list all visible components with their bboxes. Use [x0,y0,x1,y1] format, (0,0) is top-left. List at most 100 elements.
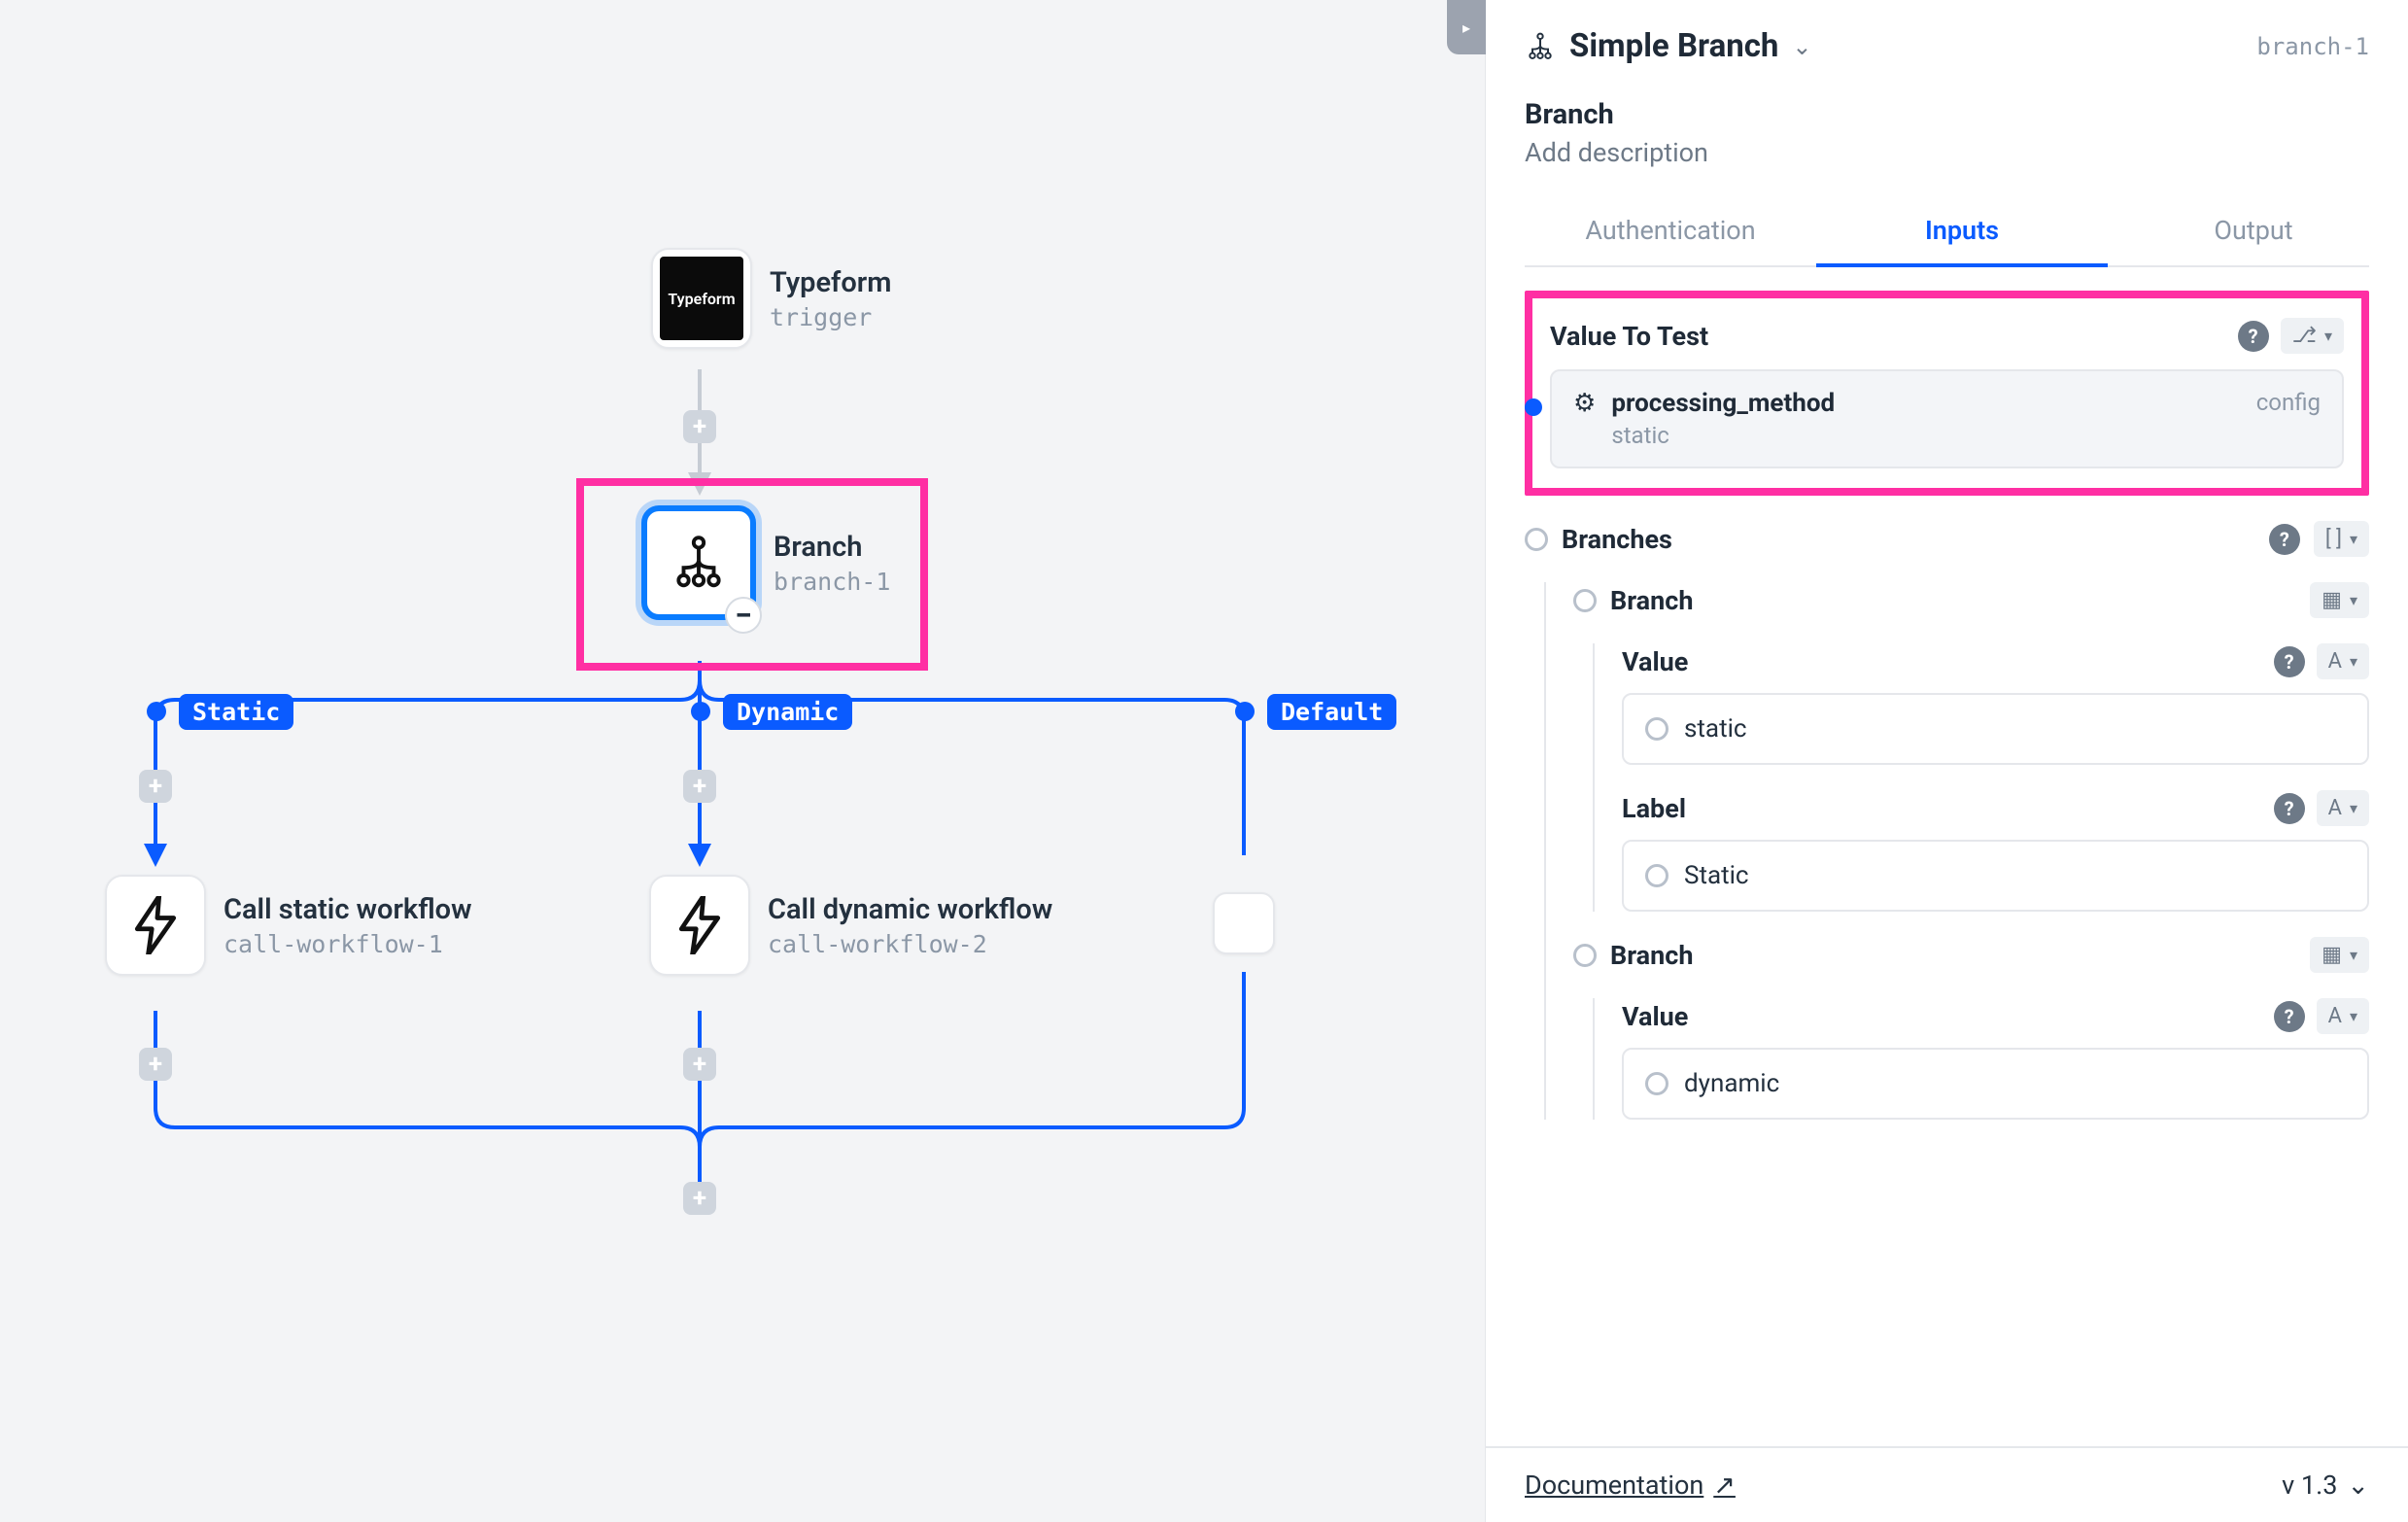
active-indicator-dot [1525,398,1542,416]
collapse-panel-button[interactable]: ▸ [1447,0,1486,54]
branch-icon [1525,31,1556,62]
panel-title: Simple Branch [1569,27,1778,65]
version-selector[interactable]: v 1.3 ⌄ [2282,1470,2369,1501]
branch-anchor-dot [1235,702,1255,721]
field-label-value: Value [1622,646,2262,677]
step-name[interactable]: Branch [1525,98,2369,131]
tab-output[interactable]: Output [2108,197,2399,265]
chevron-down-icon: ▾ [2350,530,2357,548]
chevron-down-icon: ▾ [2350,799,2357,817]
typeform-logo-icon: Typeform [660,257,743,340]
branch-icon [669,533,729,593]
branch-anchor-dot [691,702,710,721]
label-input[interactable]: Static [1622,840,2369,912]
radio-toggle[interactable] [1645,864,1668,887]
config-value: static [1611,422,2240,449]
input-value: dynamic [1684,1069,1779,1098]
tab-inputs[interactable]: Inputs [1816,197,2108,267]
title-dropdown-chevron[interactable]: ⌄ [1792,33,1811,60]
radio-toggle[interactable] [1525,528,1548,551]
help-icon[interactable]: ? [2274,793,2305,824]
node-typeform[interactable]: Typeform Typeform trigger [651,248,891,349]
node-title: Branch [774,531,890,564]
add-step-button[interactable]: + [139,1048,172,1081]
add-step-button[interactable]: + [139,770,172,803]
node-subtitle: call-workflow-2 [768,930,1052,958]
array-type-icon: [ ] [2325,527,2342,551]
properties-panel: ▸ Simple Branch ⌄ branch-1 Branch [1485,0,2408,1522]
node-call-static[interactable]: Call static workflow call-workflow-1 [105,875,472,976]
documentation-link[interactable]: Documentation ↗ [1525,1470,1736,1501]
branch-label-default[interactable]: Default [1267,694,1396,730]
collapse-node-button[interactable]: − [725,597,762,634]
panel-tabs: Authentication Inputs Output [1525,197,2369,267]
object-type-icon: ▦ [2322,943,2342,967]
field-label-branches: Branches [1562,524,2255,555]
value-input[interactable]: dynamic [1622,1048,2369,1120]
add-step-button[interactable]: + [683,1048,716,1081]
node-call-dynamic[interactable]: Call dynamic workflow call-workflow-2 [649,875,1052,976]
type-selector[interactable]: A ▾ [2317,643,2369,679]
gear-icon: ⚙ [1573,389,1596,418]
text-type-icon: A [2328,649,2342,674]
node-default-empty[interactable] [1213,892,1275,954]
object-type-icon: ▦ [2322,588,2342,612]
branch-label-static[interactable]: Static [179,694,293,730]
branch-item-label: Branch [1610,940,2296,971]
branch-item-label: Branch [1610,585,2296,616]
radio-toggle[interactable] [1645,717,1668,741]
chevron-down-icon: ▾ [2350,1007,2357,1025]
help-icon[interactable]: ? [2269,524,2300,555]
highlight-box: Value To Test ? ⎇ ▾ ⚙ processing_method … [1525,291,2369,496]
radio-toggle[interactable] [1645,1072,1668,1095]
text-type-icon: A [2328,1004,2342,1028]
field-label-value-to-test: Value To Test [1550,321,2226,352]
branch-type-icon: ⎇ [2292,324,2317,348]
node-title: Typeform [770,266,891,299]
node-subtitle: trigger [770,303,891,331]
chevron-down-icon: ⌄ [2347,1470,2369,1501]
branch-anchor-dot [147,702,166,721]
help-icon[interactable]: ? [2274,1001,2305,1032]
input-value: Static [1684,861,1749,890]
chevron-down-icon: ▾ [2350,591,2357,609]
radio-toggle[interactable] [1573,589,1597,612]
branch-label-dynamic[interactable]: Dynamic [723,694,852,730]
type-selector[interactable]: A ▾ [2317,790,2369,826]
workflow-canvas[interactable]: Typeform Typeform trigger + [0,0,1485,1522]
value-input[interactable]: static [1622,693,2369,765]
add-step-button[interactable]: + [683,1182,716,1215]
config-tag: config [2256,389,2321,416]
value-to-test-input[interactable]: ⚙ processing_method static config [1550,369,2344,468]
tab-authentication[interactable]: Authentication [1525,197,1816,265]
lightning-icon [131,896,180,954]
type-selector[interactable]: ▦ ▾ [2310,582,2369,618]
lightning-icon [675,896,724,954]
chevron-down-icon: ▾ [2350,652,2357,671]
radio-toggle[interactable] [1573,944,1597,967]
add-step-button[interactable]: + [683,770,716,803]
input-value: static [1684,714,1747,744]
chevron-down-icon: ▾ [2324,327,2332,345]
node-branch[interactable]: Branch branch-1 − [641,505,890,620]
chevron-down-icon: ▾ [2350,946,2357,964]
text-type-icon: A [2328,796,2342,820]
field-label-label: Label [1622,793,2262,824]
help-icon[interactable]: ? [2274,646,2305,677]
chevron-right-icon: ▸ [1462,18,1470,37]
node-subtitle: branch-1 [774,568,890,596]
help-icon[interactable]: ? [2238,321,2269,352]
external-link-icon: ↗ [1713,1470,1736,1501]
step-id: branch-1 [2256,33,2369,60]
step-description[interactable]: Add description [1525,137,2369,168]
node-title: Call static workflow [224,893,472,926]
config-key: processing_method [1611,389,1835,418]
field-label-value: Value [1622,1001,2262,1032]
node-title: Call dynamic workflow [768,893,1052,926]
type-selector[interactable]: ▦ ▾ [2310,937,2369,973]
type-selector[interactable]: [ ] ▾ [2314,521,2369,557]
type-selector[interactable]: ⎇ ▾ [2281,318,2344,354]
type-selector[interactable]: A ▾ [2317,998,2369,1034]
node-subtitle: call-workflow-1 [224,930,472,958]
add-step-button[interactable]: + [683,410,716,443]
